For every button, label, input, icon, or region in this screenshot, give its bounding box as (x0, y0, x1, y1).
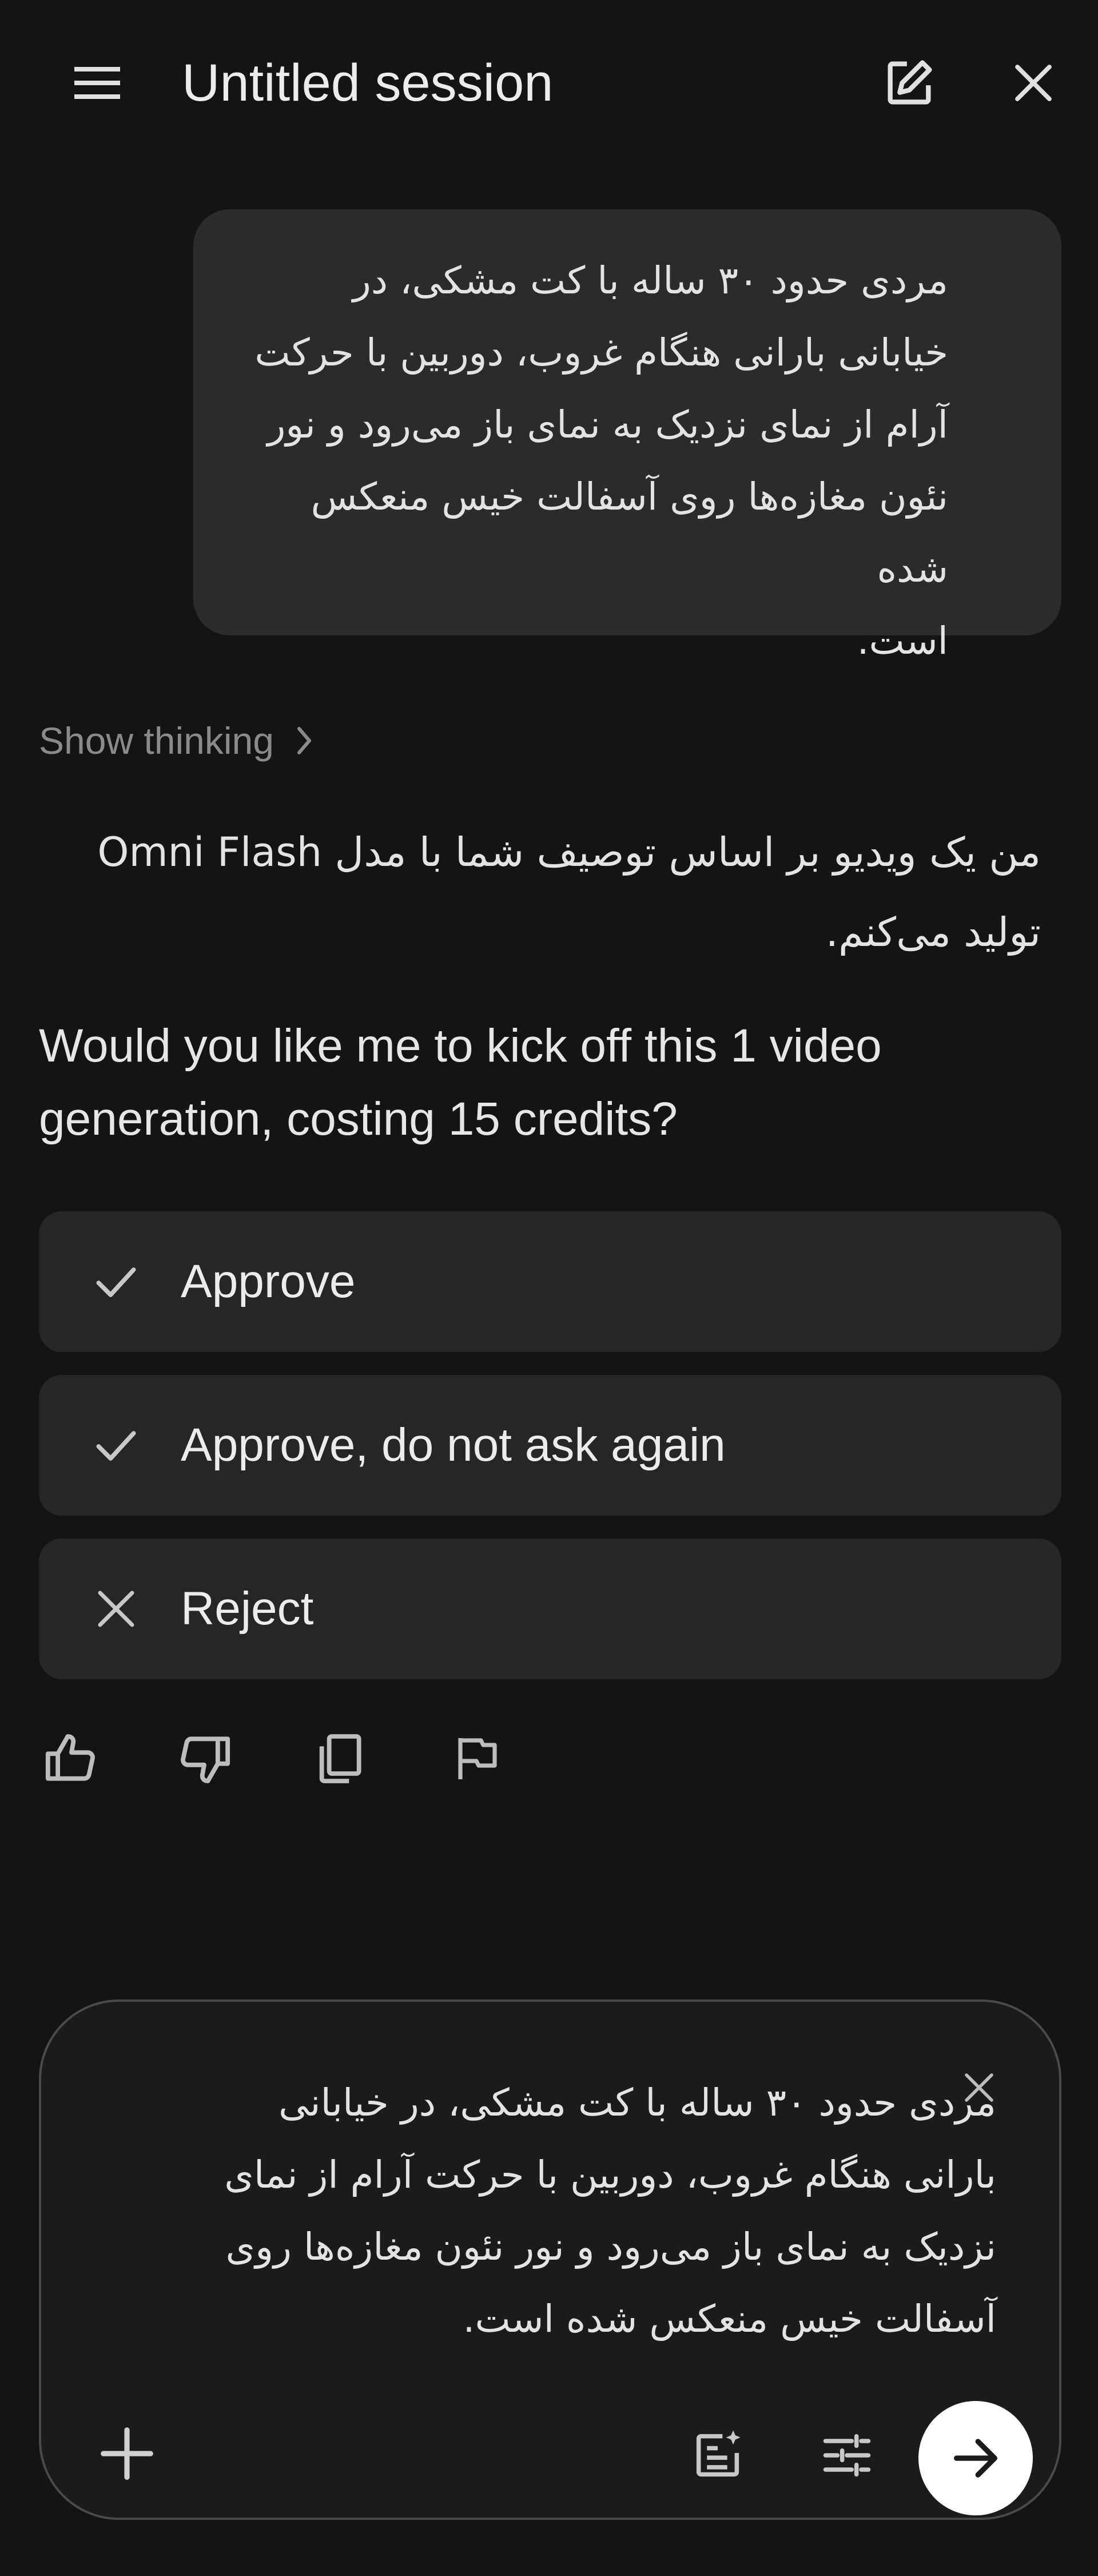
close-icon (1015, 65, 1052, 101)
prompt-enhance-button[interactable] (681, 2418, 755, 2492)
user-message-line: مردی حدود ۳۰ ساله با کت مشکی، در (352, 259, 948, 303)
thumbs-up-button[interactable] (34, 1722, 109, 1796)
menu-button[interactable] (63, 54, 132, 112)
user-message-text: مردی حدود ۳۰ ساله با کت مشکی، در خیابانی… (239, 245, 948, 677)
prompt-input[interactable]: مردی حدود ۳۰ ساله با کت مشکی، در خیابانی… (127, 2067, 996, 2355)
copy-button[interactable] (302, 1722, 376, 1796)
plus-icon (101, 2427, 153, 2480)
settings-button[interactable] (810, 2418, 884, 2492)
assistant-message-fa: من یک ویدیو بر اساس توصیف شما با مدل Omn… (34, 812, 1041, 972)
send-button[interactable] (918, 2401, 1033, 2515)
edit-icon (888, 60, 932, 105)
chevron-right-icon (297, 727, 311, 754)
add-attachment-button[interactable] (87, 2414, 167, 2494)
reject-button[interactable]: Reject (39, 1539, 1061, 1679)
prompt-composer: مردی حدود ۳۰ ساله با کت مشکی، در خیابانی… (39, 1999, 1061, 2520)
assistant-message-en: Would you like me to kick off this 1 vid… (39, 1020, 882, 1145)
user-message-bubble: مردی حدود ۳۰ ساله با کت مشکی، در خیابانی… (193, 209, 1061, 663)
flag-icon (458, 1738, 497, 1779)
tune-icon (823, 2434, 871, 2477)
prompt-input-line: بارانی هنگام غروب، دوربین با حرکت آرام ا… (224, 2153, 996, 2197)
user-message-line: نئون مغازه‌ها روی آسفالت خیس منعکس شده (311, 475, 948, 591)
copy-icon (319, 1734, 361, 1783)
report-button[interactable] (439, 1722, 514, 1796)
approve-do-not-ask-button[interactable]: Approve, do not ask again (39, 1375, 1061, 1516)
arrow-right-icon (954, 2439, 997, 2478)
user-message-line: آرام از نمای نزدیک به نمای باز می‌رود و … (267, 403, 948, 447)
user-message-line: خیابانی بارانی هنگام غروب، دوربین با حرک… (254, 331, 948, 375)
menu-icon (74, 67, 120, 99)
show-thinking-toggle[interactable]: Show thinking (39, 709, 317, 772)
notes-sparkle-icon (696, 2430, 741, 2477)
close-icon (87, 1580, 145, 1638)
check-icon (87, 1253, 145, 1311)
prompt-input-line: مردی حدود ۳۰ ساله با کت مشکی، در خیابانی (279, 2081, 996, 2125)
user-message-line: است. (857, 619, 948, 663)
assistant-fa-line: من یک ویدیو بر اساس توصیف شما با مدل Omn… (97, 829, 1041, 876)
approve-label: Approve (181, 1255, 356, 1307)
thumbs-down-button[interactable] (167, 1722, 241, 1796)
approve-button[interactable]: Approve (39, 1211, 1061, 1352)
check-icon (87, 1416, 145, 1474)
edit-button[interactable] (875, 49, 944, 117)
close-button[interactable] (1002, 49, 1065, 117)
page-title: Untitled session (182, 54, 554, 112)
prompt-input-line: آسفالت خیس منعکس شده است. (463, 2297, 996, 2341)
show-thinking-label: Show thinking (39, 719, 274, 762)
assistant-fa-line: تولید می‌کنم. (825, 909, 1041, 956)
thumbs-up-icon (45, 1734, 95, 1781)
thumbs-down-icon (181, 1736, 230, 1783)
prompt-input-line: نزدیک به نمای باز می‌رود و نور نئون مغاز… (225, 2225, 996, 2269)
approve-do-not-ask-label: Approve, do not ask again (181, 1419, 726, 1471)
reject-label: Reject (181, 1583, 314, 1635)
